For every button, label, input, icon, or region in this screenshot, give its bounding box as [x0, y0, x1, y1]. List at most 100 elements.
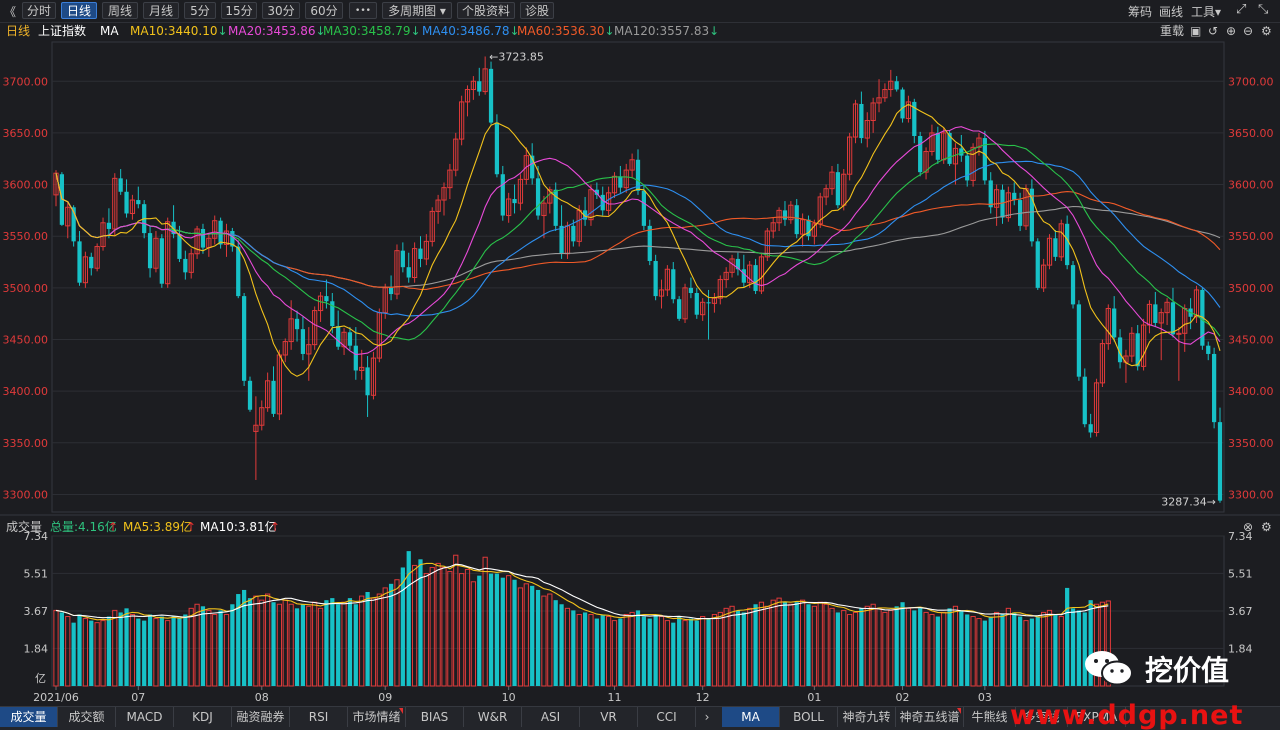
tab-成交量[interactable]: 成交量	[0, 707, 58, 727]
tab-label: BIAS	[420, 710, 449, 724]
overlay-tab-神奇九转[interactable]: 神奇九转	[838, 707, 896, 727]
volume-bar-up	[1005, 607, 1011, 687]
volume-tick-label-left: 1.84	[24, 642, 49, 655]
volume-total-arrow: ↑	[108, 520, 119, 534]
candle-body-down	[400, 250, 405, 268]
price-tick-label-right: 3350.00	[1228, 437, 1274, 450]
x-tick-label: 12	[696, 691, 710, 704]
volume-bar-down	[912, 610, 917, 686]
volume-bar-up	[447, 571, 453, 687]
volume-bar-up	[941, 611, 947, 687]
tab-成交额[interactable]: 成交额	[58, 707, 116, 727]
volume-bar-down	[618, 618, 623, 686]
tabs-more-icon[interactable]: ›	[696, 707, 718, 727]
candle-body-down	[959, 148, 964, 156]
candle-body-down	[559, 225, 564, 254]
tab-label: KDJ	[192, 710, 213, 724]
wechat-account-name: 挖价值	[1145, 654, 1230, 687]
candle-body-down	[294, 318, 300, 330]
volume-settings-icon[interactable]: ⚙	[1261, 518, 1272, 536]
candle-body-down	[1076, 304, 1082, 377]
candle-body-down	[271, 380, 276, 414]
tab-BIAS[interactable]: BIAS	[406, 707, 464, 727]
price-tick-label-left: 3700.00	[3, 75, 49, 88]
volume-bar-down	[124, 608, 129, 686]
volume-bar-up	[747, 607, 753, 687]
candle-body-down	[935, 132, 940, 160]
volume-bar-down	[406, 551, 411, 686]
candle-body-down	[388, 287, 394, 295]
tab-label: 市场情绪	[352, 710, 401, 724]
tab-CCI[interactable]: CCI	[638, 707, 696, 727]
volume-bar-down	[559, 604, 564, 686]
tab-label: VR	[600, 710, 617, 724]
volume-bar-down	[147, 614, 153, 686]
volume-bar-down	[218, 610, 223, 686]
volume-bar-up	[541, 595, 547, 687]
candle-body-down	[300, 329, 306, 354]
candle-body-down	[1212, 353, 1217, 423]
overlay-tab-BOLL[interactable]: BOLL	[780, 707, 838, 727]
volume-bar-up	[1041, 611, 1047, 687]
candle-body-down	[618, 176, 623, 188]
tab-W&R[interactable]: W&R	[464, 707, 522, 727]
overlay-tab-牛熊线[interactable]: 牛熊线	[964, 707, 1016, 727]
candle-body-down	[1206, 345, 1211, 354]
price-tick-label-right: 3400.00	[1228, 385, 1274, 398]
volume-bar-up	[682, 620, 688, 687]
volume-bar-down	[1000, 614, 1005, 686]
volume-bar-down	[183, 614, 188, 686]
candlestick-chart[interactable]: 3700.00 3700.00 3650.00 3650.00 3600.00 3600.…	[0, 0, 1280, 706]
candle-body-down	[706, 302, 711, 304]
volume-bar-up	[547, 593, 553, 687]
tab-ASI[interactable]: ASI	[522, 707, 580, 727]
volume-bar-down	[271, 602, 276, 686]
price-tick-label-left: 3400.00	[3, 385, 49, 398]
volume-bar-down	[535, 589, 541, 686]
overlay-tab-MA[interactable]: MA	[722, 707, 780, 727]
volume-bar-up	[441, 566, 447, 687]
candle-body-down	[1065, 223, 1070, 266]
candle-body-down	[571, 225, 576, 242]
volume-total: 总量:4.16亿	[50, 520, 117, 534]
tab-融资融券[interactable]: 融资融券	[232, 707, 290, 727]
volume-bar-down	[512, 579, 517, 686]
volume-title: 成交量	[6, 520, 43, 534]
volume-bar-up	[459, 573, 465, 687]
volume-tick-label-left: 3.67	[24, 605, 49, 618]
close-volume-icon[interactable]: ⊗	[1243, 518, 1253, 536]
candle-body-down	[236, 246, 241, 297]
candle-body-down	[1112, 308, 1117, 338]
volume-bar-up	[82, 618, 89, 687]
candle-body-down	[1153, 304, 1158, 323]
candle-body-down	[347, 332, 353, 346]
candle-body-down	[124, 191, 129, 214]
volume-bar-down	[1065, 587, 1070, 686]
overlay-tab-神奇五线谱[interactable]: 神奇五线谱	[896, 707, 964, 727]
tab-RSI[interactable]: RSI	[290, 707, 348, 727]
tab-label: 神奇九转	[842, 710, 891, 724]
tab-KDJ[interactable]: KDJ	[174, 707, 232, 727]
tab-label: ASI	[540, 710, 561, 724]
candle-body-down	[1053, 238, 1058, 257]
candle-body-down	[1070, 265, 1076, 305]
candle-body-down	[159, 238, 164, 284]
tab-VR[interactable]: VR	[580, 707, 638, 727]
volume-bar-up	[758, 601, 765, 687]
volume-bar-up	[717, 611, 723, 687]
tab-市场情绪[interactable]: 市场情绪	[348, 707, 406, 727]
volume-bar-up	[1023, 620, 1029, 687]
volume-bar-up	[394, 579, 400, 687]
volume-bar-up	[376, 593, 382, 687]
site-watermark: www.ddgp.net	[1010, 700, 1244, 730]
candle-body-down	[1012, 192, 1017, 201]
volume-bar-up	[929, 613, 935, 687]
wechat-icon	[1085, 651, 1133, 686]
candle-body-down	[406, 267, 411, 278]
price-tick-label-right: 3550.00	[1228, 230, 1274, 243]
volume-bar-down	[477, 575, 482, 686]
x-tick-label: 03	[978, 691, 992, 704]
candle-body-down	[965, 155, 970, 181]
tab-MACD[interactable]: MACD	[116, 707, 174, 727]
candle-body-down	[147, 233, 153, 269]
